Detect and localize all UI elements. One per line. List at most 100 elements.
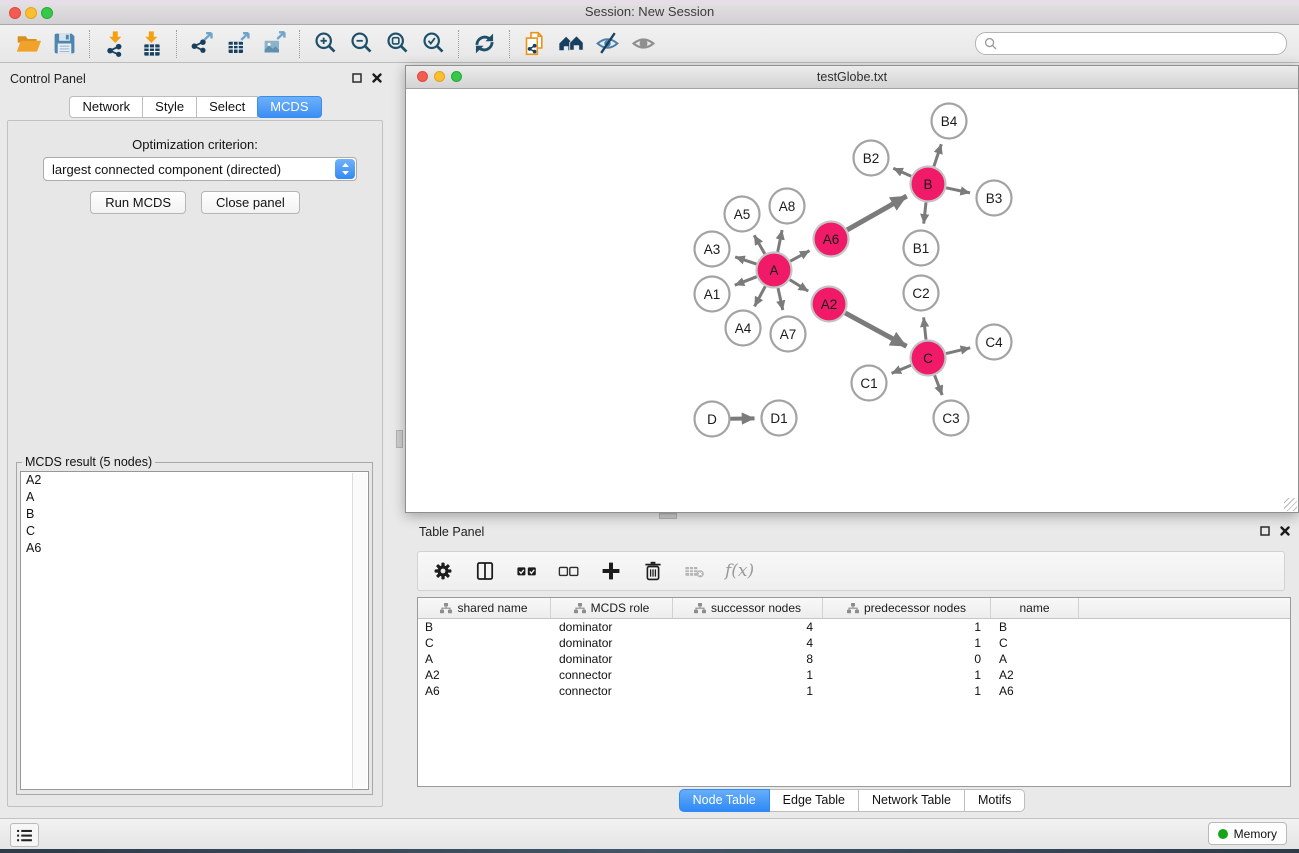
table-cell[interactable]: 1: [673, 668, 823, 682]
graph-edge-C-C3[interactable]: [935, 375, 943, 395]
graph-node-B2[interactable]: B2: [854, 141, 889, 176]
graph-edge-A-A7[interactable]: [778, 288, 783, 310]
column-header-successor-nodes[interactable]: successor nodes: [673, 598, 823, 618]
graph-node-A5[interactable]: A5: [725, 197, 760, 232]
graph-node-D1[interactable]: D1: [762, 401, 797, 436]
table-cell[interactable]: connector: [551, 684, 673, 698]
graph-node-C[interactable]: C: [911, 341, 946, 376]
graph-edge-C-C4[interactable]: [946, 348, 970, 354]
float-panel-icon[interactable]: [1260, 526, 1270, 536]
column-header-mcds-role[interactable]: MCDS role: [551, 598, 673, 618]
close-panel-button[interactable]: Close panel: [201, 191, 300, 214]
graph-edge-A-A4[interactable]: [755, 286, 766, 306]
zoom-in-button[interactable]: [307, 28, 343, 60]
graph-edge-A-A6[interactable]: [790, 251, 809, 262]
task-history-button[interactable]: [10, 823, 39, 847]
graph-node-A1[interactable]: A1: [695, 277, 730, 312]
graph-edge-B-B4[interactable]: [934, 144, 941, 166]
table-cell[interactable]: 0: [823, 652, 991, 666]
column-header-shared-name[interactable]: shared name: [418, 598, 551, 618]
graph-node-B4[interactable]: B4: [932, 104, 967, 139]
show-details-button[interactable]: [625, 28, 661, 60]
column-header-predecessor-nodes[interactable]: predecessor nodes: [823, 598, 991, 618]
close-view-button[interactable]: [417, 71, 428, 82]
mcds-result-item[interactable]: A: [21, 489, 368, 506]
table-cell[interactable]: dominator: [551, 652, 673, 666]
delete-table-button[interactable]: [683, 559, 707, 583]
clone-network-button[interactable]: [517, 28, 553, 60]
table-settings-button[interactable]: [431, 559, 455, 583]
float-panel-icon[interactable]: [352, 73, 362, 83]
graph-node-C3[interactable]: C3: [934, 401, 969, 436]
open-session-button[interactable]: [10, 28, 46, 60]
table-cell[interactable]: B: [418, 620, 551, 634]
tab-motifs[interactable]: Motifs: [965, 789, 1025, 812]
table-cell[interactable]: 1: [823, 620, 991, 634]
table-row[interactable]: A2connector11A2: [418, 667, 1290, 683]
minimize-window-button[interactable]: [25, 7, 37, 19]
table-cell[interactable]: A6: [991, 684, 1079, 698]
graph-node-A8[interactable]: A8: [770, 189, 805, 224]
close-panel-icon[interactable]: [372, 73, 382, 83]
list-scrollbar[interactable]: [352, 473, 367, 788]
table-cell[interactable]: 4: [673, 636, 823, 650]
table-cell[interactable]: C: [418, 636, 551, 650]
minimize-view-button[interactable]: [434, 71, 445, 82]
mcds-result-item[interactable]: A2: [21, 472, 368, 489]
table-row[interactable]: Bdominator41B: [418, 619, 1290, 635]
table-row[interactable]: A6connector11A6: [418, 683, 1290, 699]
hide-details-button[interactable]: [589, 28, 625, 60]
table-cell[interactable]: B: [991, 620, 1079, 634]
graph-edge-A2-C[interactable]: [845, 313, 906, 346]
tab-edge-table[interactable]: Edge Table: [770, 789, 859, 812]
mcds-result-list[interactable]: A2ABCA6: [20, 471, 369, 790]
graph-node-C1[interactable]: C1: [852, 366, 887, 401]
vertical-divider-handle[interactable]: [396, 430, 403, 448]
tab-mcds[interactable]: MCDS: [257, 96, 321, 118]
graph-node-B3[interactable]: B3: [977, 181, 1012, 216]
tab-network-table[interactable]: Network Table: [859, 789, 965, 812]
graph-edge-B-B2[interactable]: [893, 168, 911, 176]
delete-column-button[interactable]: [641, 559, 665, 583]
table-row[interactable]: Cdominator41C: [418, 635, 1290, 651]
zoom-out-button[interactable]: [343, 28, 379, 60]
graph-node-A3[interactable]: A3: [695, 232, 730, 267]
graph-edge-B-B1[interactable]: [924, 202, 926, 223]
import-network-button[interactable]: [97, 28, 133, 60]
table-row[interactable]: Adominator80A: [418, 651, 1290, 667]
table-cell[interactable]: A6: [418, 684, 551, 698]
graph-edge-A-A1[interactable]: [735, 277, 757, 286]
table-cell[interactable]: C: [991, 636, 1079, 650]
show-columns-button[interactable]: [473, 559, 497, 583]
table-cell[interactable]: A: [418, 652, 551, 666]
tab-select[interactable]: Select: [196, 96, 258, 118]
graph-node-A2[interactable]: A2: [812, 287, 847, 322]
graph-edge-A-A3[interactable]: [735, 257, 756, 264]
deselect-all-button[interactable]: [557, 559, 581, 583]
export-table-button[interactable]: [220, 28, 256, 60]
create-column-button[interactable]: [599, 559, 623, 583]
graph-edge-A-A5[interactable]: [754, 235, 765, 254]
zoom-fit-button[interactable]: [379, 28, 415, 60]
table-cell[interactable]: 4: [673, 620, 823, 634]
run-mcds-button[interactable]: Run MCDS: [90, 191, 186, 214]
table-cell[interactable]: 1: [823, 636, 991, 650]
graph-edge-C-C2[interactable]: [924, 317, 926, 339]
mcds-result-item[interactable]: B: [21, 506, 368, 523]
close-window-button[interactable]: [9, 7, 21, 19]
tab-style[interactable]: Style: [142, 96, 197, 118]
graph-edge-A6-B[interactable]: [847, 196, 907, 230]
tab-network[interactable]: Network: [69, 96, 143, 118]
zoom-window-button[interactable]: [41, 7, 53, 19]
graph-node-A6[interactable]: A6: [814, 222, 849, 257]
mcds-result-item[interactable]: A6: [21, 540, 368, 557]
graph-node-C4[interactable]: C4: [977, 325, 1012, 360]
network-graph[interactable]: B4B2BB3A8A5A6B1A3AC2A1A2A4A7C4CC1C3DD1: [406, 89, 1298, 512]
graph-edge-A-A2[interactable]: [790, 280, 809, 291]
table-cell[interactable]: A2: [991, 668, 1079, 682]
table-cell[interactable]: 1: [673, 684, 823, 698]
graph-edge-C-C1[interactable]: [892, 365, 911, 373]
close-panel-icon[interactable]: [1280, 526, 1290, 536]
window-resize-grip[interactable]: [1284, 498, 1297, 511]
table-cell[interactable]: A2: [418, 668, 551, 682]
